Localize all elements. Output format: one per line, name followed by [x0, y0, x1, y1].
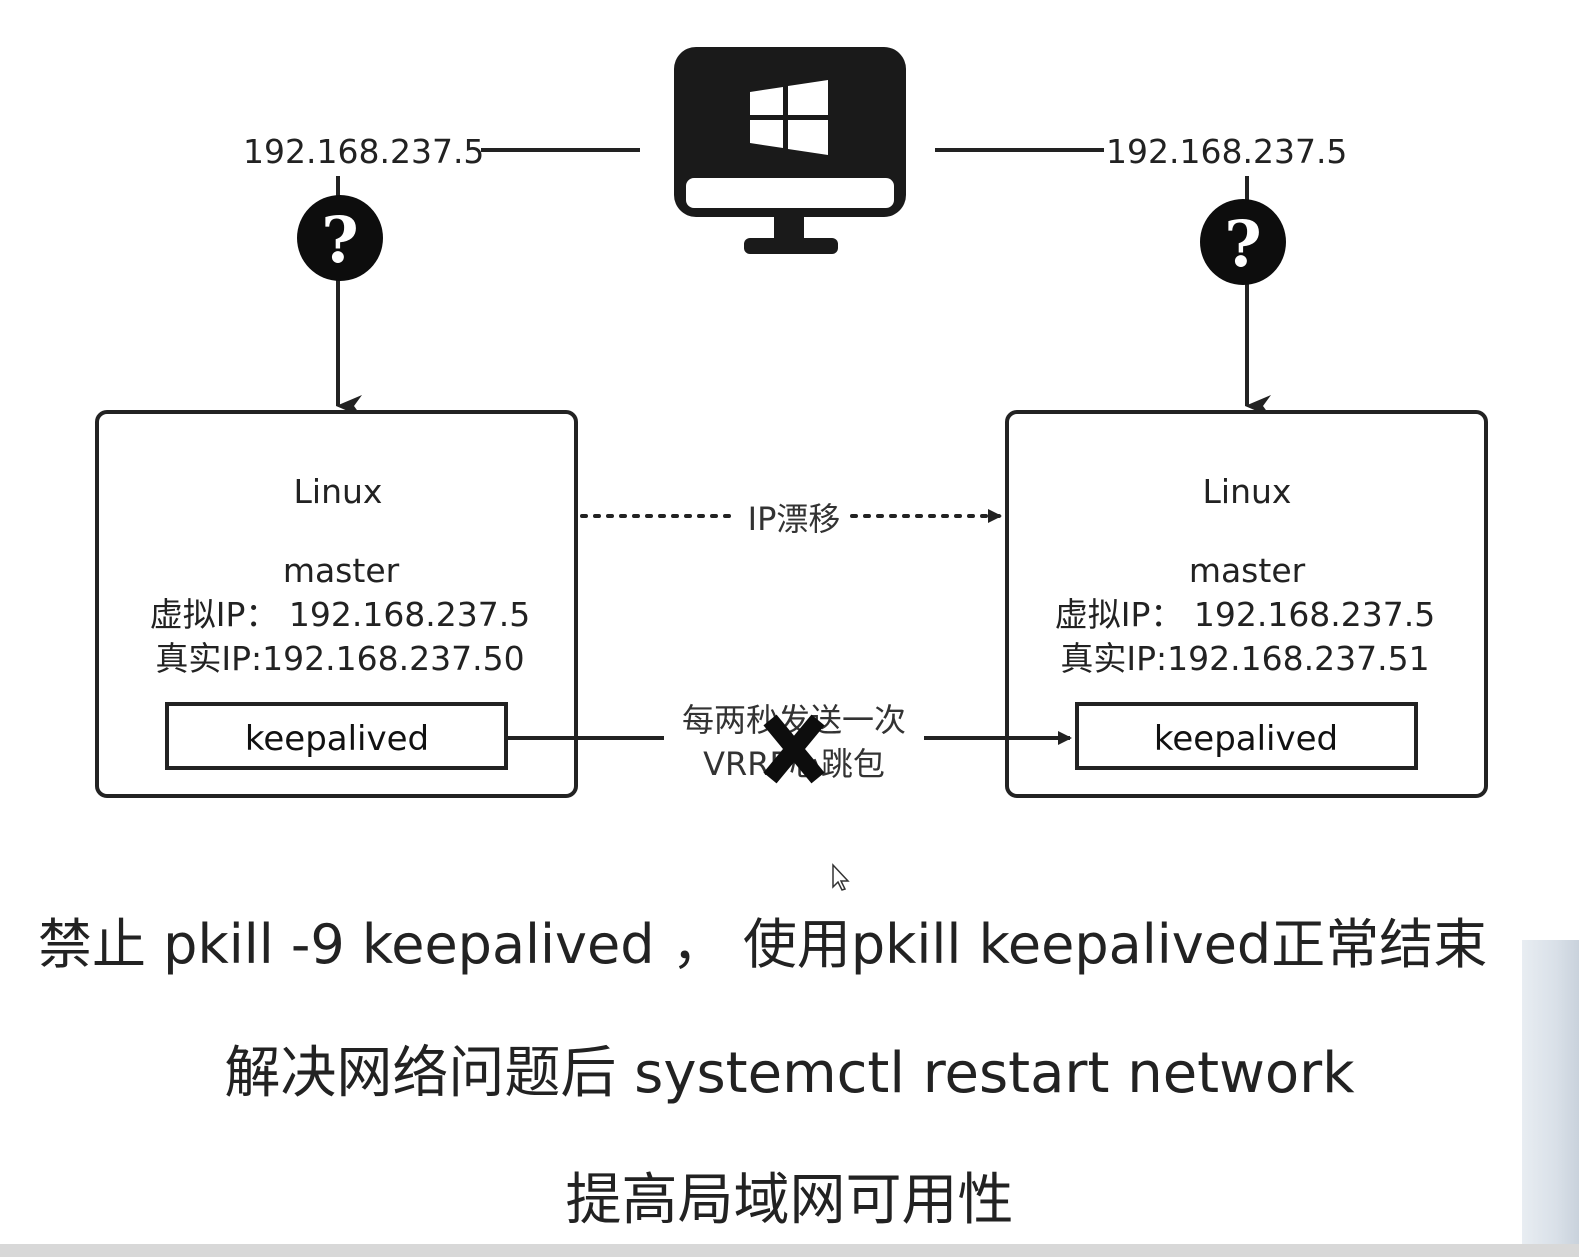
right-node-virtual-ip: 虚拟IP： 192.168.237.5	[1055, 595, 1436, 634]
left-node-os: Linux	[294, 472, 383, 511]
top-right-ip: 192.168.237.5	[1106, 132, 1347, 171]
left-keepalived-label: keepalived	[245, 719, 429, 759]
right-node-real-ip: 真实IP:192.168.237.51	[1060, 639, 1429, 678]
left-question-icon: ?	[297, 195, 383, 281]
windows-monitor-icon	[674, 47, 906, 254]
mouse-cursor-icon	[832, 863, 850, 891]
right-question-mark: ?	[1224, 207, 1262, 282]
ip-drift-label: IP漂移	[748, 500, 841, 538]
right-keepalived-label: keepalived	[1154, 719, 1338, 759]
caption-line-3: 提高局域网可用性	[565, 1168, 1014, 1233]
left-question-mark: ?	[321, 203, 359, 278]
caption-line-2: 解决网络问题后 systemctl restart network	[224, 1041, 1355, 1106]
heartbeat-label-line1: 每两秒发送一次	[682, 701, 906, 739]
bottom-bar	[0, 1244, 1579, 1257]
diagram-stage: 192.168.237.5 192.168.237.5 ? ? Linux ma…	[0, 0, 1579, 1257]
side-video-strip	[1522, 940, 1579, 1257]
left-node-real-ip: 真实IP:192.168.237.50	[155, 639, 524, 678]
right-node-os: Linux	[1203, 472, 1292, 511]
left-node-role: master	[283, 551, 400, 590]
left-node-virtual-ip: 虚拟IP： 192.168.237.5	[150, 595, 531, 634]
right-question-icon: ?	[1200, 199, 1286, 285]
caption-line-1: 禁止 pkill -9 keepalived ， 使用pkill keepali…	[38, 913, 1488, 976]
top-left-ip: 192.168.237.5	[243, 132, 484, 171]
right-node-role: master	[1189, 551, 1306, 590]
